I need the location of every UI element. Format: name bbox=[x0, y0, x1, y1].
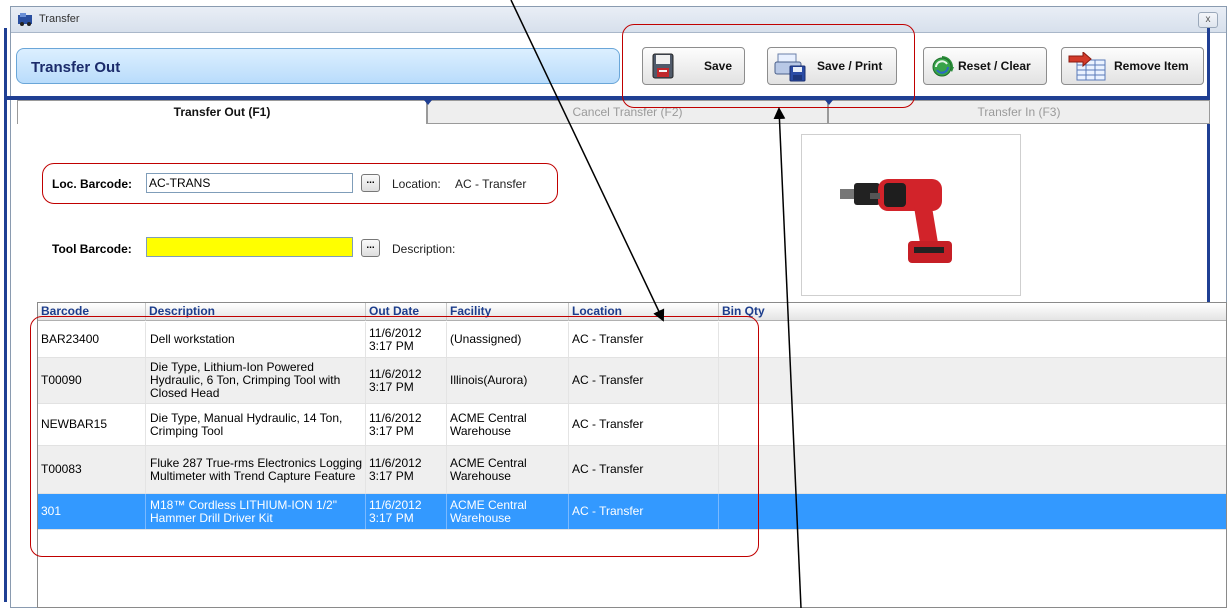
cell-bin-qty bbox=[719, 446, 1226, 493]
remove-item-icon bbox=[1068, 52, 1106, 81]
close-button[interactable]: x bbox=[1198, 12, 1218, 28]
tool-image bbox=[801, 134, 1021, 296]
header-bar: Transfer Out bbox=[16, 48, 620, 84]
description-label: Description: bbox=[392, 242, 456, 256]
tab-marker bbox=[424, 100, 432, 105]
tool-barcode-input[interactable] bbox=[146, 237, 353, 257]
cell-bin-qty bbox=[719, 404, 1226, 445]
cell-bin-qty bbox=[719, 322, 1226, 357]
reset-clear-button[interactable]: Reset / Clear bbox=[923, 47, 1047, 85]
annotation-box-location bbox=[42, 163, 558, 204]
reset-clear-button-label: Reset / Clear bbox=[958, 59, 1031, 73]
tab-transfer-out[interactable]: Transfer Out (F1) bbox=[17, 100, 427, 124]
page-title: Transfer Out bbox=[31, 59, 121, 76]
tab-strip: Transfer Out (F1) Cancel Transfer (F2) T… bbox=[17, 100, 1210, 124]
tool-barcode-label: Tool Barcode: bbox=[52, 242, 132, 256]
hammer-drill-image bbox=[840, 179, 952, 263]
remove-item-button[interactable]: Remove Item bbox=[1061, 47, 1204, 85]
column-header-bin-qty[interactable]: Bin Qty bbox=[719, 303, 1226, 321]
cell-bin-qty bbox=[719, 358, 1226, 403]
annotation-box-grid bbox=[30, 316, 759, 557]
tool-browse-button[interactable]: ... bbox=[361, 239, 380, 257]
refresh-icon bbox=[932, 56, 954, 77]
tab-transfer-in-label: Transfer In (F3) bbox=[977, 105, 1061, 119]
window-title: Transfer bbox=[39, 13, 80, 25]
close-icon: x bbox=[1205, 14, 1211, 25]
remove-item-button-label: Remove Item bbox=[1114, 59, 1189, 73]
annotation-box-toolbar bbox=[622, 24, 915, 108]
cell-bin-qty bbox=[719, 494, 1226, 529]
tab-transfer-out-label: Transfer Out (F1) bbox=[173, 105, 271, 119]
app-icon bbox=[18, 13, 32, 26]
